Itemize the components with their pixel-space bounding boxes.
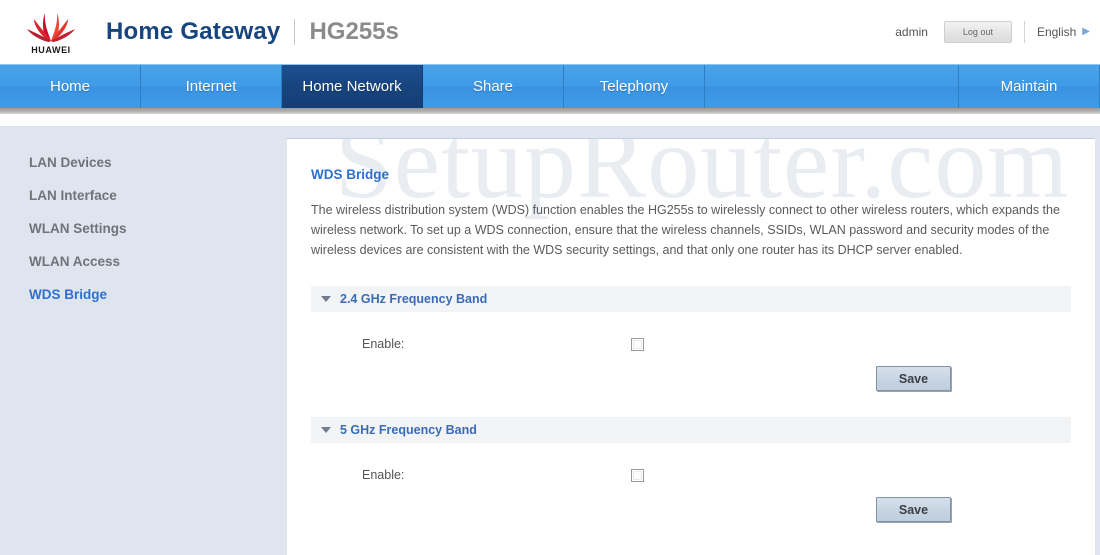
enable-checkbox-5ghz[interactable] — [631, 468, 644, 482]
nav-item-spacer[interactable] — [705, 65, 959, 108]
logout-button[interactable]: Log out — [943, 21, 1012, 43]
section-header-5ghz[interactable]: 5 GHz Frequency Band — [311, 417, 1071, 443]
chevron-down-icon — [321, 427, 331, 433]
section-header-24ghz[interactable]: 2.4 GHz Frequency Band — [311, 286, 1071, 312]
page-title: WDS Bridge — [311, 167, 390, 182]
sidebar-item-wlan-settings[interactable]: WLAN Settings — [0, 212, 278, 245]
language-selector[interactable]: English ▶ — [1037, 25, 1090, 39]
page-header: HUAWEI Home Gateway HG255s admin Log out… — [0, 0, 1100, 64]
huawei-flower-icon: HUAWEI — [27, 13, 75, 55]
enable-label-24ghz: Enable: — [362, 337, 405, 351]
nav-item-internet[interactable]: Internet — [141, 65, 282, 108]
sidebar-item-wlan-access[interactable]: WLAN Access — [0, 245, 278, 278]
page-body: LAN Devices LAN Interface WLAN Settings … — [0, 126, 1100, 555]
enable-row-24ghz: Enable: — [311, 334, 1073, 354]
content-panel: SetupRouter.com WDS Bridge The wireless … — [287, 138, 1095, 555]
brand-model: HG255s — [309, 18, 399, 45]
language-label: English — [1036, 25, 1077, 39]
huawei-logo: HUAWEI — [18, 8, 84, 56]
header-right-controls: admin Log out English ▶ — [895, 21, 1090, 43]
current-user-label: admin — [895, 25, 928, 39]
save-button-24ghz[interactable]: Save — [876, 366, 951, 391]
sidebar-item-wds-bridge[interactable]: WDS Bridge — [0, 278, 278, 311]
brand-divider — [294, 19, 296, 45]
page-description: The wireless distribution system (WDS) f… — [311, 203, 1060, 257]
nav-item-telephony[interactable]: Telephony — [564, 65, 705, 108]
button-row-24ghz: Save — [311, 366, 1071, 391]
brand-title: Home Gateway — [106, 18, 281, 45]
language-divider — [1023, 21, 1025, 43]
section-title-24ghz: 2.4 GHz Frequency Band — [340, 292, 488, 306]
main-navigation: Home Internet Home Network Share Telepho… — [0, 64, 1100, 108]
nav-item-home[interactable]: Home — [0, 65, 141, 108]
button-row-5ghz: Save — [311, 497, 1071, 522]
nav-item-maintain[interactable]: Maintain — [959, 65, 1100, 108]
enable-checkbox-24ghz[interactable] — [631, 337, 644, 351]
nav-gap — [0, 114, 1100, 126]
svg-text:HUAWEI: HUAWEI — [31, 45, 71, 55]
nav-item-share[interactable]: Share — [423, 65, 564, 108]
enable-row-5ghz: Enable: — [311, 465, 1073, 485]
enable-label-5ghz: Enable: — [362, 468, 405, 482]
section-title-5ghz: 5 GHz Frequency Band — [340, 423, 477, 437]
chevron-right-icon: ▶ — [1082, 26, 1090, 37]
sidebar-item-lan-interface[interactable]: LAN Interface — [0, 179, 278, 212]
save-button-5ghz[interactable]: Save — [876, 497, 951, 522]
chevron-down-icon — [321, 296, 331, 302]
sidebar: LAN Devices LAN Interface WLAN Settings … — [0, 126, 278, 555]
content-area: SetupRouter.com WDS Bridge The wireless … — [278, 126, 1100, 555]
sidebar-item-lan-devices[interactable]: LAN Devices — [0, 146, 278, 179]
nav-item-home-network[interactable]: Home Network — [282, 65, 423, 108]
